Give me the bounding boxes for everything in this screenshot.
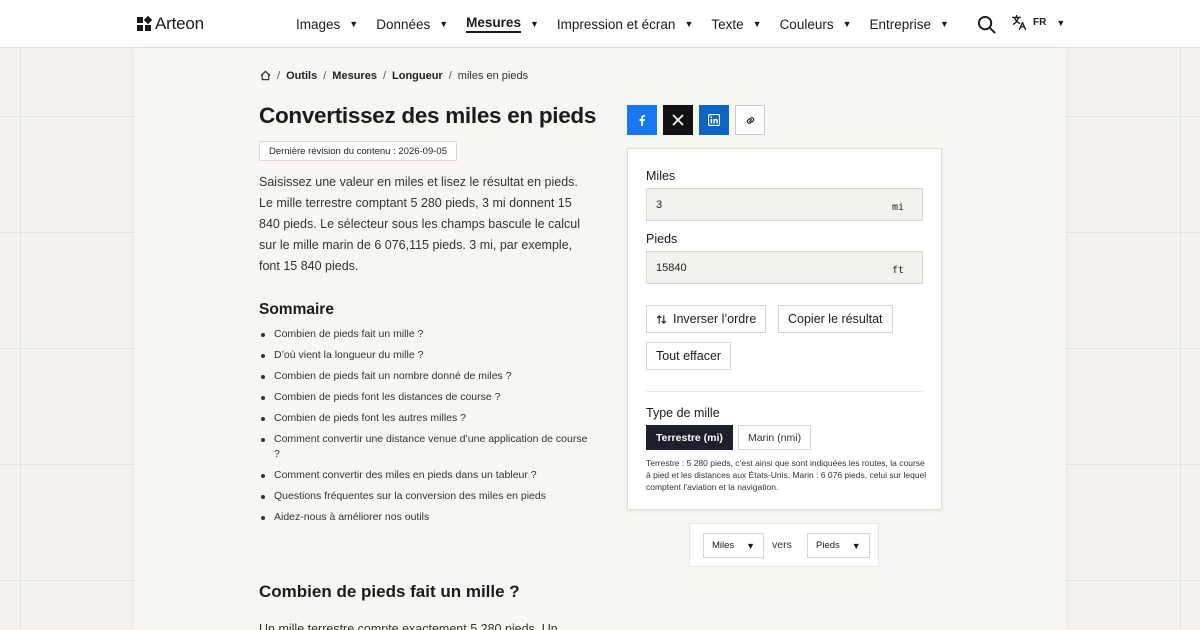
miles-input[interactable] bbox=[656, 198, 856, 211]
content-panel: / Outils / Mesures / Longueur / miles en… bbox=[134, 48, 1066, 630]
site-header: Arteon Images ▼ Données ▼ Mesures ▼ Impr… bbox=[0, 0, 1200, 48]
toc-link[interactable]: Combien de pieds fait un nombre donné de… bbox=[259, 369, 589, 384]
breadcrumb-separator: / bbox=[448, 70, 452, 82]
share-x-button[interactable] bbox=[663, 105, 693, 135]
nav-label: Couleurs bbox=[779, 16, 834, 32]
page-title: Convertissez des miles en pieds bbox=[259, 103, 597, 128]
caret-down-icon: ▼ bbox=[851, 540, 861, 551]
nav-item-texte[interactable]: Texte ▼ bbox=[711, 0, 761, 48]
breadcrumb-separator: / bbox=[382, 70, 386, 82]
from-unit-select[interactable]: Miles ▼ bbox=[703, 533, 765, 558]
table-of-contents: Combien de pieds fait un mille ? D’où vi… bbox=[259, 327, 589, 531]
clear-all-label: Tout effacer bbox=[656, 349, 722, 363]
toc-title: Sommaire bbox=[259, 301, 334, 318]
to-unit-select[interactable]: Pieds ▼ bbox=[807, 533, 870, 558]
mile-type-option-terrestre[interactable]: Terrestre (mi) bbox=[646, 425, 733, 450]
feet-field: ft bbox=[646, 251, 923, 284]
nav-label: Entreprise bbox=[869, 16, 932, 32]
swap-vertical-icon bbox=[656, 314, 667, 324]
nav-item-mesures[interactable]: Mesures ▼ bbox=[466, 0, 539, 48]
caret-down-icon: ▼ bbox=[940, 19, 949, 29]
divider bbox=[646, 391, 923, 392]
brand-name: Arteon bbox=[155, 14, 204, 33]
breadcrumb-link-outils[interactable]: Outils bbox=[286, 70, 317, 82]
nav-item-impression[interactable]: Impression et écran ▼ bbox=[557, 0, 693, 48]
brand-logo-icon bbox=[137, 16, 152, 31]
feet-input[interactable] bbox=[656, 261, 856, 274]
breadcrumb-separator: / bbox=[323, 70, 327, 82]
toc-link[interactable]: Aidez-nous à améliorer nos outils bbox=[259, 510, 589, 525]
toc-link[interactable]: Combien de pieds font les autres milles … bbox=[259, 411, 589, 426]
section-paragraph: Un mille terrestre compte exactement 5 2… bbox=[259, 622, 558, 630]
caret-down-icon: ▼ bbox=[529, 19, 539, 29]
breadcrumb-current: miles en pieds bbox=[457, 70, 529, 82]
toc-link[interactable]: Combien de pieds font les distances de c… bbox=[259, 390, 589, 405]
to-unit-value: Pieds bbox=[816, 540, 840, 551]
facebook-icon bbox=[639, 115, 645, 126]
nav-label: Mesures bbox=[466, 15, 521, 33]
caret-down-icon: ▼ bbox=[752, 19, 762, 29]
caret-down-icon: ▼ bbox=[439, 19, 449, 29]
brand-logo[interactable]: Arteon bbox=[136, 13, 204, 35]
toc-link[interactable]: Questions fréquentes sur la conversion d… bbox=[259, 489, 589, 504]
language-selector[interactable]: FR ▼ bbox=[1011, 14, 1065, 31]
miles-field: mi bbox=[646, 188, 923, 221]
copy-result-label: Copier le résultat bbox=[788, 312, 883, 326]
home-icon[interactable] bbox=[260, 70, 271, 81]
toc-link[interactable]: Combien de pieds fait un mille ? bbox=[259, 327, 589, 342]
share-buttons bbox=[627, 105, 765, 135]
nav-item-donnees[interactable]: Données ▼ bbox=[376, 0, 448, 48]
converter-card: Miles mi Pieds ft Inverser l’ordre Copie… bbox=[627, 148, 942, 510]
caret-down-icon: ▼ bbox=[842, 19, 852, 29]
miles-unit: mi bbox=[891, 201, 904, 213]
feet-unit: ft bbox=[891, 264, 904, 276]
search-icon[interactable] bbox=[977, 15, 996, 34]
caret-down-icon: ▼ bbox=[1056, 17, 1066, 28]
swap-order-label: Inverser l’ordre bbox=[673, 312, 757, 326]
link-icon bbox=[746, 116, 754, 124]
nav-item-couleurs[interactable]: Couleurs ▼ bbox=[780, 0, 852, 48]
caret-down-icon: ▼ bbox=[349, 19, 359, 29]
breadcrumb-separator: / bbox=[277, 70, 281, 82]
translate-icon bbox=[1012, 15, 1027, 30]
mile-type-label: Type de mille bbox=[646, 406, 720, 420]
nav-label: Texte bbox=[711, 16, 744, 32]
section-heading: Combien de pieds fait un mille ? bbox=[259, 582, 520, 601]
language-code: FR bbox=[1033, 17, 1047, 28]
breadcrumb-link-longueur[interactable]: Longueur bbox=[392, 70, 443, 82]
swap-order-button[interactable]: Inverser l’ordre bbox=[646, 305, 767, 333]
nav-label: Impression et écran bbox=[556, 16, 676, 32]
intro-paragraph: Saisissez une valeur en miles et lisez l… bbox=[259, 175, 581, 273]
nav-label: Données bbox=[376, 16, 431, 32]
toc-link[interactable]: Comment convertir des miles en pieds dan… bbox=[259, 468, 589, 483]
caret-down-icon: ▼ bbox=[746, 540, 756, 551]
nav-label: Images bbox=[296, 16, 341, 32]
caret-down-icon: ▼ bbox=[684, 19, 694, 29]
revision-badge: Dernière révision du contenu : 2026-09-0… bbox=[259, 141, 457, 161]
share-facebook-button[interactable] bbox=[627, 105, 657, 135]
toc-link[interactable]: D’où vient la longueur du mille ? bbox=[259, 348, 589, 363]
toc-link[interactable]: Comment convertir une distance venue d’u… bbox=[259, 432, 589, 462]
mile-type-note: Terrestre : 5 280 pieds, c’est ainsi que… bbox=[646, 458, 927, 492]
unit-connector: vers bbox=[772, 539, 792, 551]
share-linkedin-button[interactable] bbox=[699, 105, 729, 135]
x-icon bbox=[672, 114, 684, 126]
clear-all-button[interactable]: Tout effacer bbox=[646, 342, 732, 370]
nav-item-entreprise[interactable]: Entreprise ▼ bbox=[870, 0, 949, 48]
from-unit-value: Miles bbox=[712, 540, 735, 551]
main-nav: Images ▼ Données ▼ Mesures ▼ Impression … bbox=[296, 0, 967, 48]
feet-label: Pieds bbox=[646, 232, 678, 246]
nav-item-images[interactable]: Images ▼ bbox=[296, 0, 358, 48]
breadcrumb: / Outils / Mesures / Longueur / miles en… bbox=[260, 70, 528, 82]
mile-type-option-marin[interactable]: Marin (nmi) bbox=[738, 425, 812, 450]
copy-result-button[interactable]: Copier le résultat bbox=[778, 305, 893, 333]
miles-label: Miles bbox=[646, 169, 676, 183]
linkedin-icon bbox=[708, 114, 720, 126]
unit-selector-bar: Miles ▼ vers Pieds ▼ bbox=[689, 523, 879, 567]
breadcrumb-link-mesures[interactable]: Mesures bbox=[332, 70, 377, 82]
copy-link-button[interactable] bbox=[735, 105, 765, 135]
